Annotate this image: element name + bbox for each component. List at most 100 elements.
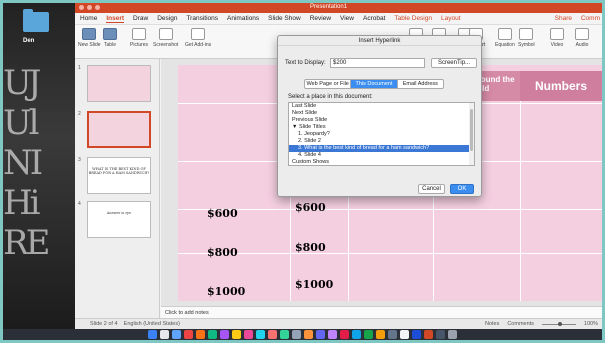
table-cell[interactable]: $1000: [207, 285, 245, 298]
new-slide-button[interactable]: New Slide: [78, 28, 101, 48]
tab-layout[interactable]: Layout: [441, 15, 461, 22]
audio-button[interactable]: Audio: [575, 28, 589, 48]
dock-app-icon[interactable]: [340, 330, 349, 339]
slide-thumbnail[interactable]: WHAT IS THE BEST KIND OF BREAD FOR A HAM…: [87, 157, 151, 194]
list-item[interactable]: Custom Shows: [289, 159, 474, 165]
text-to-display-input[interactable]: $200: [330, 58, 425, 68]
status-bar: Slide 2 of 4 English (United States) Not…: [75, 318, 602, 329]
tab-draw[interactable]: Draw: [133, 15, 148, 22]
slide-thumbnail[interactable]: [87, 65, 151, 102]
dock-app-icon[interactable]: [268, 330, 277, 339]
list-item[interactable]: 4. Slide 4: [289, 152, 474, 159]
list-item[interactable]: 2. Slide 2: [289, 138, 474, 145]
text-to-display-label: Text to Display:: [285, 60, 326, 66]
dock-app-icon[interactable]: [388, 330, 397, 339]
slide-thumbnail[interactable]: [87, 111, 151, 148]
dock-app-icon[interactable]: [292, 330, 301, 339]
comments-toggle[interactable]: Comments: [507, 321, 534, 327]
folder-label[interactable]: Den: [23, 38, 34, 44]
ribbon-button-label: New Slide: [78, 42, 101, 48]
category-header[interactable]: Numbers: [520, 71, 602, 101]
segment-this-document[interactable]: This Document: [351, 80, 398, 88]
tab-design[interactable]: Design: [157, 15, 177, 22]
table-row-divider: [178, 209, 602, 210]
table-cell[interactable]: $600: [295, 201, 326, 214]
dock-app-icon[interactable]: [436, 330, 445, 339]
dock-app-icon[interactable]: [400, 330, 409, 339]
table-cell[interactable]: $800: [207, 246, 238, 259]
dock-app-icon[interactable]: [316, 330, 325, 339]
ok-button[interactable]: OK: [450, 184, 474, 194]
close-window-button[interactable]: [79, 5, 84, 10]
tab-slide-show[interactable]: Slide Show: [268, 15, 301, 22]
dock-app-icon[interactable]: [352, 330, 361, 339]
segment-web-page-or-file[interactable]: Web Page or File: [305, 80, 352, 88]
symbol-button[interactable]: Symbol: [518, 28, 535, 48]
comments-button[interactable]: Comm: [581, 15, 600, 22]
tab-table-design[interactable]: Table Design: [394, 15, 432, 22]
dock-app-icon[interactable]: [196, 330, 205, 339]
ribbon-button-label: Video: [550, 42, 564, 48]
slide-thumbnail[interactable]: Answer is rye: [87, 201, 151, 238]
minimize-window-button[interactable]: [87, 5, 92, 10]
table-cell[interactable]: $800: [295, 241, 326, 254]
document-places-list[interactable]: Last Slide Next Slide Previous Slide ▼ Slid…: [288, 102, 475, 166]
list-item[interactable]: Next Slide: [289, 110, 474, 117]
dock-app-icon[interactable]: [172, 330, 181, 339]
screentip-button[interactable]: ScreenTip...: [431, 58, 477, 68]
dock-app-icon[interactable]: [304, 330, 313, 339]
status-controls: Notes Comments 100%: [485, 321, 598, 327]
zoom-level[interactable]: 100%: [584, 321, 598, 327]
cancel-button[interactable]: Cancel: [418, 184, 445, 194]
list-item[interactable]: 1. Jeopardy?: [289, 131, 474, 138]
equation-button[interactable]: Equation: [495, 28, 515, 48]
notes-toggle[interactable]: Notes: [485, 321, 499, 327]
dock-app-icon[interactable]: [448, 330, 457, 339]
dock-app-icon[interactable]: [208, 330, 217, 339]
screenshot-button[interactable]: Screenshot: [153, 28, 178, 48]
dock-app-icon[interactable]: [412, 330, 421, 339]
dock-app-icon[interactable]: [280, 330, 289, 339]
zoom-window-button[interactable]: [95, 5, 100, 10]
video-button[interactable]: Video: [550, 28, 564, 48]
tab-animations[interactable]: Animations: [227, 15, 259, 22]
tab-transitions[interactable]: Transitions: [186, 15, 218, 22]
dock-app-icon[interactable]: [256, 330, 265, 339]
tab-acrobat[interactable]: Acrobat: [363, 15, 385, 22]
slide-thumbnails-pane: 1 2 3 WHAT IS THE BEST KIND OF BREAD FOR A …: [75, 59, 160, 318]
tab-home[interactable]: Home: [80, 15, 97, 22]
share-button[interactable]: Share: [555, 15, 572, 22]
language-indicator[interactable]: English (United States): [124, 321, 180, 327]
table-button[interactable]: Table: [103, 28, 117, 48]
tab-insert[interactable]: Insert: [106, 15, 125, 23]
dock-app-icon[interactable]: [376, 330, 385, 339]
table-cell[interactable]: $600: [207, 207, 238, 220]
table-cell[interactable]: $1000: [295, 278, 333, 291]
dock-app-icon[interactable]: [424, 330, 433, 339]
dock-app-icon[interactable]: [148, 330, 157, 339]
ribbon-button-label: Screenshot: [153, 42, 179, 48]
list-scrollbar[interactable]: [469, 103, 474, 165]
segment-email-address[interactable]: Email Address: [398, 80, 443, 88]
zoom-slider[interactable]: [541, 321, 576, 326]
notes-placeholder[interactable]: Click to add notes: [161, 306, 602, 318]
window-controls: [79, 5, 100, 10]
list-item[interactable]: Previous Slide: [289, 117, 474, 124]
list-item[interactable]: ▼ Slide Titles: [289, 124, 474, 131]
slide-number: 1: [78, 65, 81, 71]
dock-app-icon[interactable]: [220, 330, 229, 339]
folder-icon[interactable]: [23, 9, 49, 32]
wallpaper-line: Ul: [3, 103, 40, 143]
list-item[interactable]: Last Slide: [289, 103, 474, 110]
dock-app-icon[interactable]: [160, 330, 169, 339]
pictures-button[interactable]: Pictures: [130, 28, 148, 48]
tab-view[interactable]: View: [340, 15, 354, 22]
dock-app-icon[interactable]: [184, 330, 193, 339]
dock-app-icon[interactable]: [232, 330, 241, 339]
list-item[interactable]: 3. What is the best kind of bread for a …: [289, 145, 474, 152]
dock-app-icon[interactable]: [244, 330, 253, 339]
dock-app-icon[interactable]: [364, 330, 373, 339]
tab-review[interactable]: Review: [310, 15, 331, 22]
get-add-ins-button[interactable]: Get Add-ins: [185, 28, 211, 48]
dock-app-icon[interactable]: [328, 330, 337, 339]
